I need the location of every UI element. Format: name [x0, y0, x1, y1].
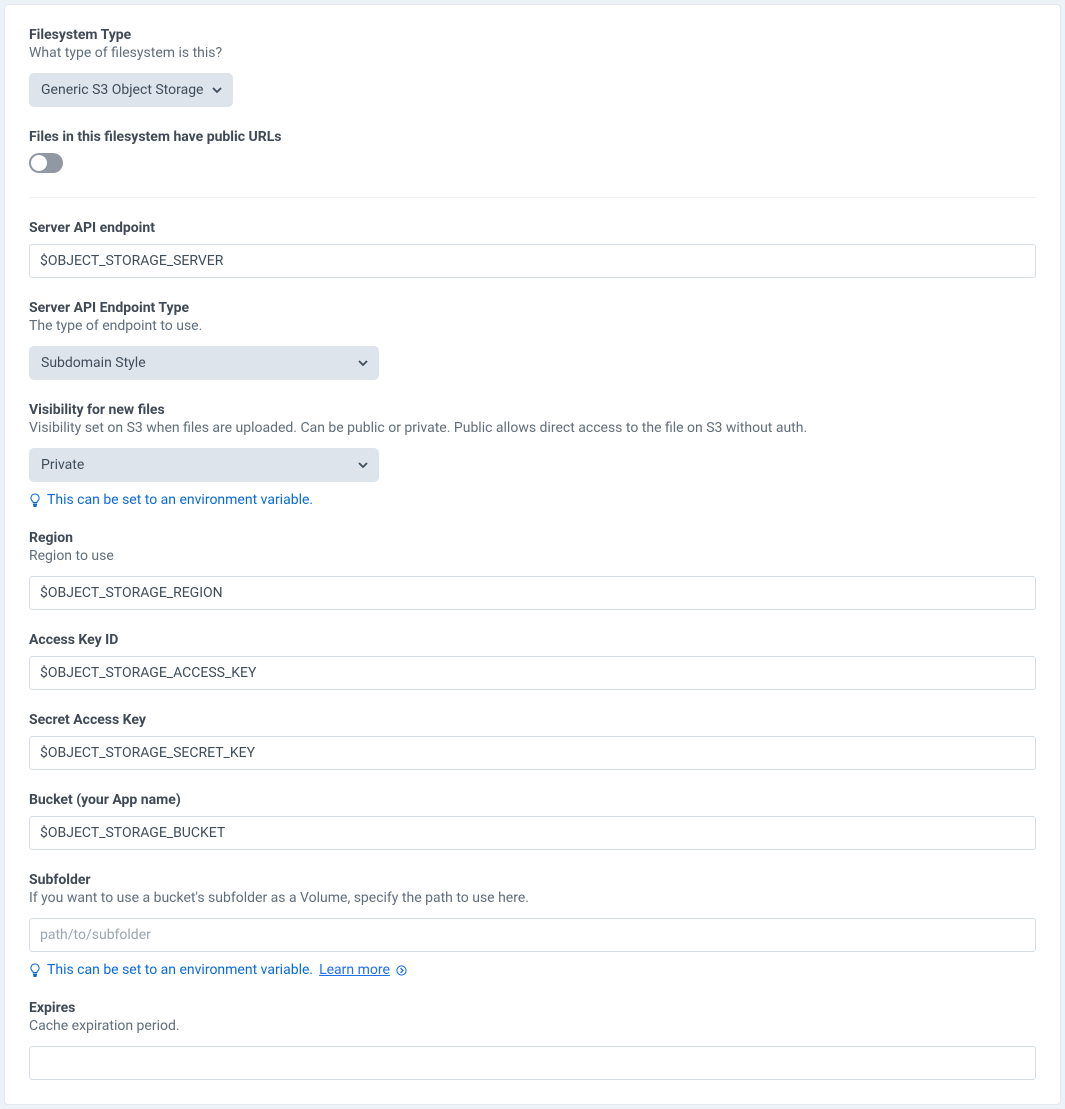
expires-input[interactable] [29, 1046, 1036, 1080]
visibility-tip-text: This can be set to an environment variab… [47, 492, 313, 508]
region-label: Region [29, 530, 1036, 546]
region-desc: Region to use [29, 548, 1036, 564]
subfolder-desc: If you want to use a bucket's subfolder … [29, 890, 1036, 906]
visibility-value: Private [41, 457, 84, 473]
endpoint-type-label: Server API Endpoint Type [29, 300, 1036, 316]
field-visibility: Visibility for new files Visibility set … [29, 402, 1036, 508]
subfolder-label: Subfolder [29, 872, 1036, 888]
server-api-endpoint-input[interactable] [29, 244, 1036, 278]
secret-key-input[interactable] [29, 736, 1036, 770]
endpoint-type-select[interactable]: Subdomain Style [29, 346, 379, 380]
filesystem-type-desc: What type of filesystem is this? [29, 45, 1036, 61]
subfolder-tip: This can be set to an environment variab… [29, 962, 1036, 978]
chevron-down-icon [357, 459, 369, 471]
divider [29, 197, 1036, 198]
chevron-down-icon [357, 357, 369, 369]
chevron-down-icon [211, 84, 223, 96]
server-api-endpoint-label: Server API endpoint [29, 220, 1036, 236]
expires-label: Expires [29, 1000, 1036, 1016]
toggle-knob [31, 155, 47, 171]
learn-more-link[interactable]: Learn more [319, 962, 390, 978]
field-secret-key: Secret Access Key [29, 712, 1036, 770]
field-endpoint-type: Server API Endpoint Type The type of end… [29, 300, 1036, 380]
subfolder-tip-text: This can be set to an environment variab… [47, 962, 313, 978]
endpoint-type-value: Subdomain Style [41, 355, 146, 371]
field-bucket: Bucket (your App name) [29, 792, 1036, 850]
visibility-tip: This can be set to an environment variab… [29, 492, 1036, 508]
field-filesystem-type: Filesystem Type What type of filesystem … [29, 27, 1036, 107]
field-server-api-endpoint: Server API endpoint [29, 220, 1036, 278]
expires-desc: Cache expiration period. [29, 1018, 1036, 1034]
settings-panel: Filesystem Type What type of filesystem … [4, 4, 1061, 1105]
bucket-input[interactable] [29, 816, 1036, 850]
field-access-key: Access Key ID [29, 632, 1036, 690]
region-input[interactable] [29, 576, 1036, 610]
public-urls-toggle[interactable] [29, 153, 63, 173]
filesystem-type-value: Generic S3 Object Storage [41, 82, 203, 98]
field-expires: Expires Cache expiration period. [29, 1000, 1036, 1080]
public-urls-label: Files in this filesystem have public URL… [29, 129, 1036, 145]
lightbulb-icon [29, 493, 41, 507]
visibility-select[interactable]: Private [29, 448, 379, 482]
field-public-urls: Files in this filesystem have public URL… [29, 129, 1036, 173]
visibility-label: Visibility for new files [29, 402, 1036, 418]
subfolder-input[interactable] [29, 918, 1036, 952]
filesystem-type-label: Filesystem Type [29, 27, 1036, 43]
secret-key-label: Secret Access Key [29, 712, 1036, 728]
arrow-right-icon [396, 965, 407, 976]
field-region: Region Region to use [29, 530, 1036, 610]
lightbulb-icon [29, 963, 41, 977]
access-key-label: Access Key ID [29, 632, 1036, 648]
endpoint-type-desc: The type of endpoint to use. [29, 318, 1036, 334]
visibility-desc: Visibility set on S3 when files are uplo… [29, 420, 1036, 436]
field-subfolder: Subfolder If you want to use a bucket's … [29, 872, 1036, 978]
bucket-label: Bucket (your App name) [29, 792, 1036, 808]
filesystem-type-select[interactable]: Generic S3 Object Storage [29, 73, 233, 107]
access-key-input[interactable] [29, 656, 1036, 690]
